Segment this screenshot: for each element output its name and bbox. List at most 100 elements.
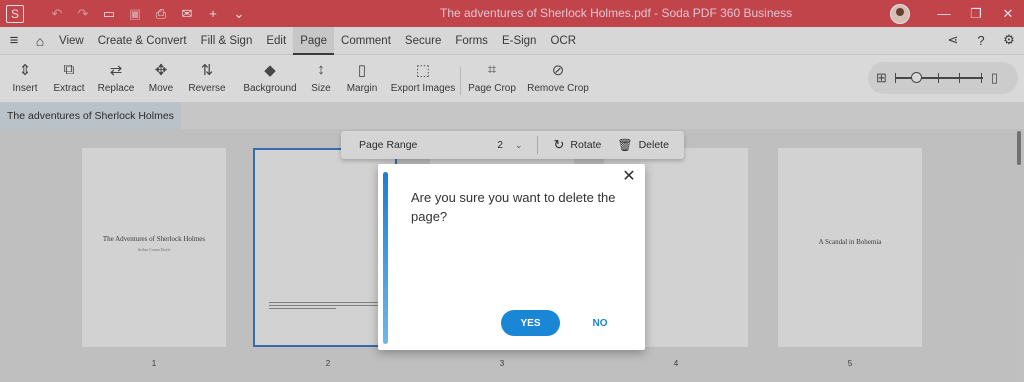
export-images-icon: ⬚ [415,62,431,79]
open-folder-icon[interactable]: ▭ [96,3,122,25]
window-controls: — ❐ ✕ [890,0,1024,27]
page-number-1: 1 [151,359,157,368]
page-number-2: 2 [325,359,331,368]
page-title-text: The Adventures of Sherlock Holmes [102,235,206,243]
page-number-5: 5 [847,359,853,368]
move-label: Move [148,83,174,94]
rotate-icon: ↻ [553,137,565,152]
menu-create-convert[interactable]: Create & Convert [91,27,194,55]
page-range-label: Page Range [359,139,418,151]
page-range-toolbar: Page Range 2 ⌄ ↻ Rotate 🗑 Delete [341,131,684,159]
help-icon[interactable]: ? [972,31,990,49]
menu-e-sign[interactable]: E-Sign [495,27,544,55]
insert-button[interactable]: ⇕ Insert [0,55,50,103]
menu-ocr[interactable]: OCR [543,27,583,55]
print-icon[interactable]: ⎙ [148,3,174,25]
extract-button[interactable]: ⧉ Extract [50,55,88,103]
window-title: The adventures of Sherlock Holmes.pdf - … [440,6,793,20]
menu-page[interactable]: Page [293,26,335,55]
title-bar: S ↶ ↷ ▭ ▣ ⎙ ✉ + ⌄ The adventures of Sher… [0,0,1024,27]
margin-icon: ▯ [357,62,367,79]
document-tab-strip: The adventures of Sherlock Holmes [0,103,1024,129]
close-icon[interactable]: ✕ [621,169,637,185]
home-icon[interactable]: ⌂ [28,33,52,49]
insert-label: Insert [12,83,38,94]
page-body-text-lines [269,302,381,312]
export-images-button[interactable]: ⬚ Export Images [386,55,460,103]
vertical-scrollbar[interactable] [1017,131,1021,165]
extract-icon: ⧉ [63,61,75,78]
menu-right-tools: ⋖ ? ⚙ [944,31,1018,49]
thumbnail-zoom-panel: ⊞ ▯ [868,62,1018,94]
rotate-button[interactable]: ↻ Rotate [554,137,602,153]
delete-confirm-dialog: ✕ Are you sure you want to delete the pa… [378,164,645,350]
page-ribbon: ⇕ Insert ⧉ Extract ⇄ Replace ✥ Move ⇅ Re… [0,55,1024,103]
undo-icon[interactable]: ↶ [44,3,70,25]
quick-access-toolbar: ↶ ↷ ▭ ▣ ⎙ ✉ + ⌄ [44,3,252,25]
document-tab[interactable]: The adventures of Sherlock Holmes [0,103,181,129]
replace-button[interactable]: ⇄ Replace [88,55,144,103]
insert-icon: ⇕ [18,62,32,79]
size-button[interactable]: ↕ Size [304,55,338,103]
remove-crop-button[interactable]: ⊘ Remove Crop [523,55,593,103]
yes-button[interactable]: YES [501,310,560,336]
margin-button[interactable]: ▯ Margin [338,55,386,103]
menu-view[interactable]: View [52,27,91,55]
plus-icon[interactable]: + [200,3,226,25]
menu-fill-sign[interactable]: Fill & Sign [194,27,260,55]
menu-secure[interactable]: Secure [398,27,448,55]
reverse-button[interactable]: ⇅ Reverse [178,55,236,103]
background-icon: ◆ [264,62,276,79]
save-icon[interactable]: ▣ [122,3,148,25]
grid-view-icon[interactable]: ⊞ [876,70,887,86]
page-crop-icon: ⌗ [487,61,497,78]
remove-crop-label: Remove Crop [527,83,589,94]
minimize-button[interactable]: — [928,6,960,21]
page-thumbnail-5[interactable]: A Scandal in Bohemia [778,148,922,347]
slider-knob[interactable] [910,72,922,83]
dialog-accent-bar [383,172,388,344]
settings-gear-icon[interactable]: ⚙ [1000,31,1018,49]
toolbar-divider [536,136,538,154]
size-icon: ↕ [317,61,325,78]
hamburger-menu-icon[interactable]: ≡ [0,32,28,49]
page-title-text: A Scandal in Bohemia [818,238,882,246]
page-crop-label: Page Crop [468,83,516,94]
replace-label: Replace [97,83,135,94]
app-logo[interactable]: S [6,4,24,23]
thumbnail-size-slider[interactable] [894,72,983,83]
margin-label: Margin [346,83,378,94]
move-icon: ✥ [154,62,168,79]
page-number-4: 4 [673,359,679,368]
close-button[interactable]: ✕ [992,6,1024,22]
trash-icon: 🗑 [617,138,633,152]
page-subtitle-text: Arthur Conan Doyle [137,247,171,252]
avatar[interactable] [890,3,910,24]
chevron-down-icon[interactable]: ⌄ [515,140,523,151]
menu-forms[interactable]: Forms [448,27,495,55]
page-range-select[interactable]: 2 [497,140,503,151]
menu-comment[interactable]: Comment [334,27,398,55]
menu-edit[interactable]: Edit [259,27,293,55]
share-icon[interactable]: ⋖ [944,31,962,49]
no-button[interactable]: NO [584,310,616,336]
redo-icon[interactable]: ↷ [70,3,96,25]
mail-icon[interactable]: ✉ [174,3,200,25]
extract-label: Extract [53,83,85,94]
background-label: Background [243,83,297,94]
size-label: Size [311,83,331,94]
page-thumbnail-1[interactable]: The Adventures of Sherlock Holmes Arthur… [82,148,226,347]
page-crop-button[interactable]: ⌗ Page Crop [461,55,523,103]
rotate-label: Rotate [570,139,602,151]
restore-button[interactable]: ❐ [960,6,992,22]
reverse-label: Reverse [188,83,226,94]
page-view-icon[interactable]: ▯ [991,70,998,86]
dialog-message: Are you sure you want to delete the page… [411,190,616,224]
page-number-3: 3 [499,359,505,368]
menu-bar: ≡ ⌂ View Create & Convert Fill & Sign Ed… [0,26,1024,55]
delete-button[interactable]: 🗑 Delete [617,138,669,152]
chevron-down-icon[interactable]: ⌄ [226,3,252,25]
background-button[interactable]: ◆ Background [236,55,304,103]
move-button[interactable]: ✥ Move [144,55,178,103]
page-thumbnail-2[interactable] [253,148,397,347]
